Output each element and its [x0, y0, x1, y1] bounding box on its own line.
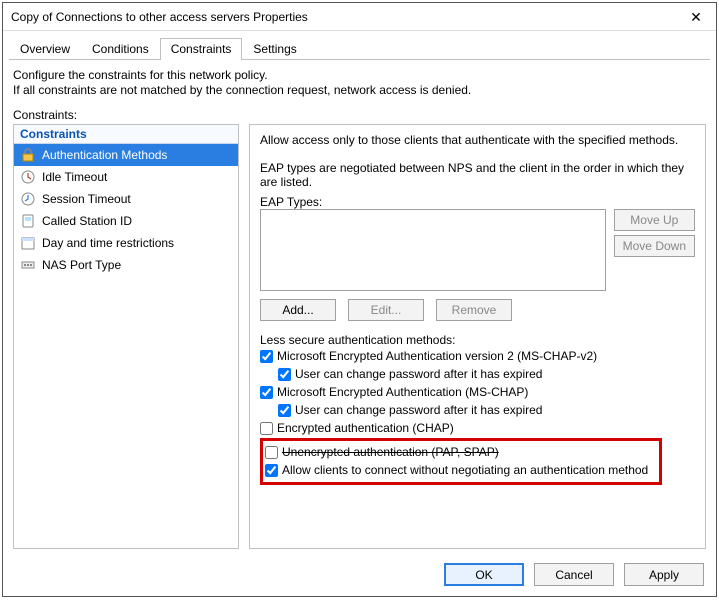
sidebar-item-label: NAS Port Type — [42, 258, 121, 272]
titlebar: Copy of Connections to other access serv… — [3, 3, 716, 31]
check-label: User can change password after it has ex… — [295, 403, 542, 417]
edit-button[interactable]: Edit... — [348, 299, 424, 321]
check-pap-spap[interactable]: Unencrypted authentication (PAP, SPAP) — [265, 443, 657, 461]
remove-button[interactable]: Remove — [436, 299, 512, 321]
move-down-button[interactable]: Move Down — [614, 235, 695, 257]
check-label: User can change password after it has ex… — [295, 367, 542, 381]
sidebar-item-authentication-methods[interactable]: Authentication Methods — [14, 144, 238, 166]
check-label: Encrypted authentication (CHAP) — [277, 421, 454, 435]
check-mschapv2-expired[interactable]: User can change password after it has ex… — [260, 365, 695, 383]
constraints-header: Constraints — [14, 125, 238, 144]
dialog-window: Copy of Connections to other access serv… — [2, 2, 717, 597]
sidebar-item-label: Idle Timeout — [42, 170, 107, 184]
ok-button[interactable]: OK — [444, 563, 524, 586]
sidebar-item-session-timeout[interactable]: Session Timeout — [14, 188, 238, 210]
eap-desc: EAP types are negotiated between NPS and… — [260, 161, 695, 189]
check-label: Allow clients to connect without negotia… — [282, 463, 648, 477]
desc-line-1: Configure the constraints for this netwo… — [13, 68, 268, 82]
columns: Constraints Authentication Methods Idle … — [13, 124, 706, 549]
checkbox[interactable] — [260, 350, 273, 363]
clock-idle-icon — [20, 169, 36, 185]
eap-row-buttons: Add... Edit... Remove — [260, 299, 695, 321]
constraints-list: Constraints Authentication Methods Idle … — [13, 124, 239, 549]
check-mschap-expired[interactable]: User can change password after it has ex… — [260, 401, 695, 419]
eap-area: Move Up Move Down — [260, 209, 695, 291]
constraints-label: Constraints: — [13, 108, 706, 122]
tab-settings[interactable]: Settings — [242, 38, 307, 60]
window-title: Copy of Connections to other access serv… — [11, 10, 676, 24]
desc-line-2: If all constraints are not matched by th… — [13, 83, 471, 97]
highlight-box: Unencrypted authentication (PAP, SPAP) A… — [260, 438, 662, 485]
port-icon — [20, 257, 36, 273]
sidebar-item-idle-timeout[interactable]: Idle Timeout — [14, 166, 238, 188]
sidebar-item-nas-port-type[interactable]: NAS Port Type — [14, 254, 238, 276]
move-up-button[interactable]: Move Up — [614, 209, 695, 231]
check-label: Unencrypted authentication (PAP, SPAP) — [282, 445, 499, 459]
checkbox[interactable] — [265, 446, 278, 459]
sidebar-item-label: Session Timeout — [42, 192, 131, 206]
checkbox[interactable] — [265, 464, 278, 477]
checkbox[interactable] — [260, 386, 273, 399]
close-icon[interactable]: ✕ — [676, 3, 716, 31]
check-label: Microsoft Encrypted Authentication (MS-C… — [277, 385, 528, 399]
eap-order-buttons: Move Up Move Down — [614, 209, 695, 291]
checkbox[interactable] — [278, 404, 291, 417]
tab-constraints[interactable]: Constraints — [160, 38, 243, 60]
phone-icon — [20, 213, 36, 229]
apply-button[interactable]: Apply — [624, 563, 704, 586]
cancel-button[interactable]: Cancel — [534, 563, 614, 586]
sidebar-item-label: Authentication Methods — [42, 148, 167, 162]
less-secure-section: Less secure authentication methods: Micr… — [260, 333, 695, 485]
right-panel: Allow access only to those clients that … — [249, 124, 706, 549]
check-mschap[interactable]: Microsoft Encrypted Authentication (MS-C… — [260, 383, 695, 401]
sidebar-item-called-station-id[interactable]: Called Station ID — [14, 210, 238, 232]
eap-types-listbox[interactable] — [260, 209, 606, 291]
sidebar-item-label: Day and time restrictions — [42, 236, 174, 250]
intro-text: Allow access only to those clients that … — [260, 133, 695, 147]
checkbox[interactable] — [260, 422, 273, 435]
description: Configure the constraints for this netwo… — [13, 68, 706, 98]
tab-conditions[interactable]: Conditions — [81, 38, 160, 60]
check-allow-no-auth[interactable]: Allow clients to connect without negotia… — [265, 461, 657, 479]
tab-strip: Overview Conditions Constraints Settings — [3, 31, 716, 59]
clock-session-icon — [20, 191, 36, 207]
check-mschapv2[interactable]: Microsoft Encrypted Authentication versi… — [260, 347, 695, 365]
tab-overview[interactable]: Overview — [9, 38, 81, 60]
tab-body: Configure the constraints for this netwo… — [3, 60, 716, 553]
checkbox[interactable] — [278, 368, 291, 381]
less-secure-label: Less secure authentication methods: — [260, 333, 695, 347]
check-label: Microsoft Encrypted Authentication versi… — [277, 349, 597, 363]
eap-types-label: EAP Types: — [260, 195, 695, 209]
sidebar-item-label: Called Station ID — [42, 214, 132, 228]
calendar-icon — [20, 235, 36, 251]
add-button[interactable]: Add... — [260, 299, 336, 321]
lock-icon — [20, 147, 36, 163]
check-chap[interactable]: Encrypted authentication (CHAP) — [260, 419, 695, 437]
sidebar-item-day-time[interactable]: Day and time restrictions — [14, 232, 238, 254]
dialog-footer: OK Cancel Apply — [3, 553, 716, 596]
